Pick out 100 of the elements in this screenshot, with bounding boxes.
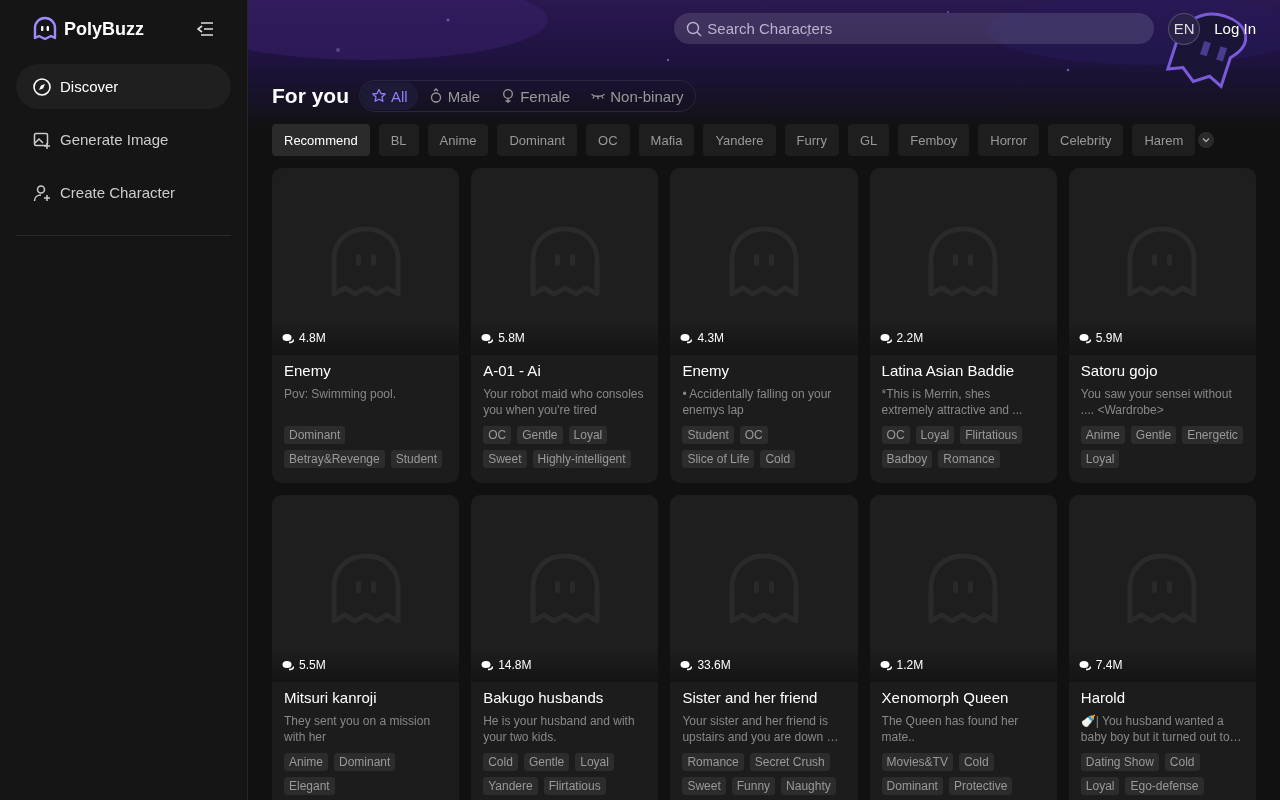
- chat-count: 5.5M: [299, 658, 326, 672]
- character-card[interactable]: 33.6M Sister and her friend Your sister and her friend is upstairs and you are down … Romance Secret Crush Sweet Funny Naughty: [670, 495, 858, 800]
- category-chip[interactable]: Harem: [1132, 124, 1196, 156]
- tag: Naughty: [781, 777, 836, 795]
- brand-name: PolyBuzz: [64, 18, 144, 40]
- tag: Gentle: [1130, 426, 1177, 444]
- tag: Slice of Life: [682, 450, 755, 468]
- tag: Flirtatious: [960, 426, 1023, 444]
- sidebar-item[interactable]: Discover: [16, 64, 231, 109]
- chat-icon: [879, 332, 892, 344]
- tag: Secret Crush: [749, 753, 830, 771]
- tag: Gentle: [523, 753, 570, 771]
- gender-tab[interactable]: Non-binary: [580, 82, 694, 110]
- category-chip[interactable]: Horror: [978, 124, 1040, 156]
- section-title: For you: [272, 84, 349, 108]
- gender-tab[interactable]: Female: [490, 82, 581, 110]
- chat-count: 14.8M: [498, 658, 532, 672]
- character-description: • Accidentally falling on your enemys lap: [682, 386, 833, 418]
- tag: Cold: [760, 450, 796, 468]
- tag: Elegant: [284, 777, 335, 795]
- character-name: Enemy: [284, 362, 332, 379]
- character-name: Sister and her friend: [682, 689, 819, 706]
- star-icon: [371, 88, 387, 104]
- tag: Student: [682, 426, 734, 444]
- character-name: A-01 - Ai: [483, 362, 542, 379]
- tag: Romance: [938, 450, 1000, 468]
- chat-count: 5.8M: [498, 331, 525, 345]
- tag: Loyal: [915, 426, 955, 444]
- character-card[interactable]: 5.8M A-01 - Ai Your robot maid who consoles you when you're tired OC Gentle Loyal Sweet Highly-intelligent: [471, 168, 659, 483]
- character-name: Satoru gojo: [1080, 362, 1159, 379]
- tag: Cold: [958, 753, 994, 771]
- chat-count: 7.4M: [1095, 658, 1123, 672]
- tag: Flirtatious: [543, 777, 606, 795]
- tag: Romance: [682, 753, 744, 771]
- category-chip[interactable]: Furry: [784, 124, 839, 156]
- tag: Loyal: [568, 426, 608, 444]
- tag: Gentle: [517, 426, 563, 444]
- character-card[interactable]: 5.5M Mitsuri kanroji They sent you on a mission with her Anime Dominant Elegant: [272, 495, 460, 800]
- character-description: He is your husband and with your two kids.: [483, 713, 636, 745]
- category-chip[interactable]: Femboy: [898, 124, 970, 156]
- tag: Cold: [1164, 753, 1200, 771]
- character-card[interactable]: 7.4M Harold 🍼| You husband wanted a baby boy but it turned out to… Dating Show Cold Loyal Ego-defense: [1068, 495, 1256, 800]
- category-chip[interactable]: Mafia: [638, 124, 695, 156]
- category-chip[interactable]: GL: [847, 124, 890, 156]
- sidebar-item[interactable]: Create Character: [16, 170, 231, 215]
- chat-icon: [481, 332, 494, 344]
- character-card[interactable]: 2.2M Latina Asian Baddie *This is Merrin, shes extremely attractive and ... OC Loyal Flirtatious Badboy Romance: [869, 168, 1057, 483]
- tag: Yandere: [483, 777, 538, 795]
- chat-count: 4.8M: [299, 331, 326, 345]
- tag: Loyal: [1080, 450, 1120, 468]
- tag: Energetic: [1182, 426, 1243, 444]
- character-card[interactable]: 1.2M Xenomorph Queen The Queen has found her mate.. Movies&TV Cold Dominant Protective: [869, 495, 1057, 800]
- chat-count: 33.6M: [697, 658, 731, 672]
- character-card[interactable]: 4.8M Enemy Pov: Swimming pool. Dominant Betray&Revenge Student: [272, 168, 460, 483]
- tag: Dominant: [881, 777, 943, 795]
- character-name: Harold: [1080, 689, 1126, 706]
- sidebar-item[interactable]: Generate Image: [16, 117, 231, 162]
- gender-tab[interactable]: All: [361, 82, 418, 110]
- tag: Loyal: [575, 753, 614, 771]
- tag: Dominant: [284, 426, 346, 444]
- category-chip[interactable]: Dominant: [497, 124, 578, 156]
- tag: OC: [739, 426, 768, 444]
- tag: Anime: [1080, 426, 1125, 444]
- tag: Badboy: [881, 450, 933, 468]
- character-name: Xenomorph Queen: [881, 689, 1010, 706]
- chat-icon: [680, 659, 693, 671]
- character-name: Mitsuri kanroji: [284, 689, 378, 706]
- character-description: Pov: Swimming pool.: [284, 386, 398, 403]
- chat-count: 4.3M: [697, 331, 725, 345]
- chat-icon: [481, 659, 494, 671]
- character-description: You saw your sensei without .... <Wardrobe>: [1080, 386, 1233, 418]
- category-chip[interactable]: Yandere: [703, 124, 776, 156]
- tag: Funny: [731, 777, 776, 795]
- category-chip[interactable]: Anime: [427, 124, 489, 156]
- tag: Dating Show: [1080, 753, 1159, 771]
- character-card[interactable]: 14.8M Bakugo husbands He is your husband and with your two kids. Cold Gentle Loyal Yandere Flirtatious: [471, 495, 659, 800]
- character-card[interactable]: 5.9M Satoru gojo You saw your sensei without .... <Wardrobe> Anime Gentle Energetic Loyal: [1068, 168, 1256, 483]
- chat-icon: [1078, 332, 1091, 344]
- tag: Highly-intelligent: [532, 450, 631, 468]
- character-description: 🍼| You husband wanted a baby boy but it turned out to…: [1080, 713, 1243, 745]
- logo-icon: [32, 16, 58, 42]
- tag: Cold: [483, 753, 518, 771]
- compass-icon: [32, 76, 52, 97]
- character-name: Enemy: [682, 362, 731, 379]
- collapse-menu-icon[interactable]: [197, 22, 213, 36]
- category-chip[interactable]: BL: [378, 124, 419, 156]
- tag: Dominant: [334, 753, 396, 771]
- tag: Sweet: [682, 777, 726, 795]
- category-chip[interactable]: Celebrity: [1048, 124, 1124, 156]
- chat-icon: [1078, 659, 1091, 671]
- character-name: Bakugo husbands: [483, 689, 605, 706]
- character-card[interactable]: 4.3M Enemy • Accidentally falling on your enemys lap Student OC Slice of Life Cold: [670, 168, 858, 483]
- gender-tab[interactable]: Male: [417, 82, 491, 110]
- category-chip[interactable]: OC: [586, 124, 630, 156]
- character-description: Your robot maid who consoles you when you're tired: [483, 386, 645, 418]
- tag: Betray&Revenge: [284, 450, 385, 468]
- login-link[interactable]: Log In: [1214, 20, 1256, 37]
- category-chip[interactable]: Recommend: [272, 124, 370, 156]
- chat-count: 5.9M: [1095, 331, 1123, 345]
- chat-icon: [282, 332, 294, 344]
